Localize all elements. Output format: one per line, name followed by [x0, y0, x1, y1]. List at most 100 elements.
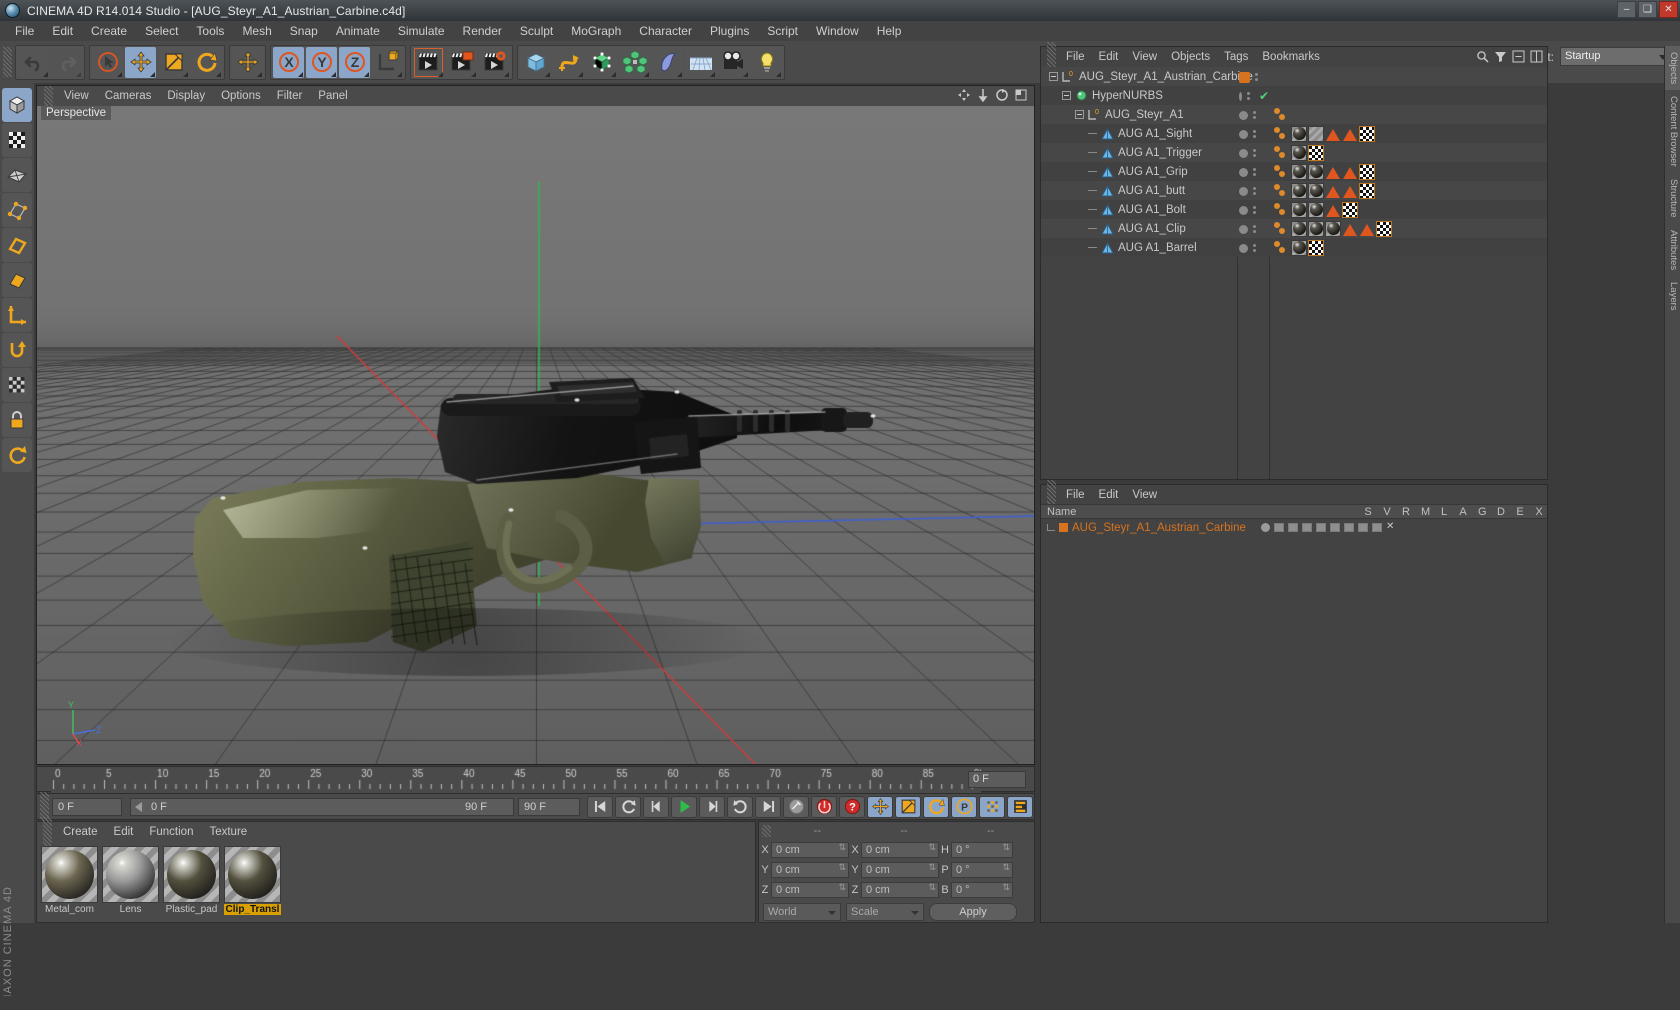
- menu-plugins[interactable]: Plugins: [701, 22, 758, 40]
- coord-position-input[interactable]: 0 cm ⇅: [771, 881, 849, 898]
- add-spline-icon[interactable]: [553, 46, 584, 78]
- expand-tree-icon[interactable]: [1512, 50, 1525, 63]
- dock-tab-content-browser[interactable]: Content Browser: [1665, 90, 1680, 173]
- object-row[interactable]: AUG A1_Clip: [1041, 219, 1547, 238]
- layer-column-m[interactable]: M: [1421, 506, 1430, 518]
- object-name[interactable]: HyperNURBS: [1092, 90, 1163, 102]
- layer-color-swatch[interactable]: [1239, 71, 1250, 83]
- object-name[interactable]: AUG A1_Bolt: [1118, 204, 1186, 216]
- layer-menu-file[interactable]: File: [1059, 487, 1092, 503]
- material-tag-icon[interactable]: [1291, 163, 1307, 180]
- layer-toggle-4[interactable]: [1316, 523, 1326, 532]
- enabled-check-icon[interactable]: ✔: [1259, 90, 1269, 102]
- selection-tag-icon[interactable]: [1343, 185, 1357, 198]
- layer-color-swatch[interactable]: [1059, 523, 1068, 532]
- visibility-toggle-dots[interactable]: [1253, 111, 1256, 119]
- maximize-button[interactable]: ❑: [1638, 1, 1657, 18]
- menu-select[interactable]: Select: [136, 22, 187, 40]
- menu-tools[interactable]: Tools: [187, 22, 233, 40]
- redo-icon[interactable]: [51, 46, 82, 78]
- add-floor-icon[interactable]: [685, 46, 716, 78]
- coordinate-mode-dropdown[interactable]: Scale: [846, 903, 924, 921]
- uvw-tag-icon[interactable]: [1308, 144, 1324, 161]
- visibility-dot[interactable]: [1239, 186, 1248, 196]
- dock-tab-objects[interactable]: Objects: [1665, 46, 1680, 91]
- rotate-view-icon[interactable]: [995, 88, 1009, 102]
- layer-toggle-6[interactable]: [1344, 523, 1354, 532]
- close-button[interactable]: ✕: [1659, 1, 1678, 18]
- step-forward-button[interactable]: [699, 795, 725, 818]
- object-row[interactable]: HyperNURBS ✔: [1041, 86, 1547, 105]
- coord-rotation-input[interactable]: 0 ° ⇅: [951, 861, 1013, 878]
- visibility-toggle-dots[interactable]: [1253, 168, 1256, 176]
- menu-render[interactable]: Render: [454, 22, 511, 40]
- layer-toggle-3[interactable]: [1302, 523, 1312, 532]
- expand-collapse-icon[interactable]: [1049, 72, 1058, 81]
- timeline-current-frame-field[interactable]: 0 F: [968, 771, 1026, 788]
- coord-size-input[interactable]: 0 cm ⇅: [861, 841, 939, 858]
- uvw-tag-icon[interactable]: [1308, 239, 1324, 256]
- move-tool-icon[interactable]: [125, 46, 156, 78]
- menu-mesh[interactable]: Mesh: [233, 22, 280, 40]
- spinner-icon[interactable]: ⇅: [928, 842, 936, 851]
- layer-menu-view[interactable]: View: [1125, 487, 1164, 503]
- material-tag-icon[interactable]: [1291, 144, 1307, 161]
- viewport-menu-view[interactable]: View: [56, 88, 97, 104]
- material-item[interactable]: Metal_com: [41, 846, 98, 915]
- slider-left-arrow-icon[interactable]: [135, 801, 142, 812]
- search-icon[interactable]: [1476, 50, 1489, 63]
- object-name[interactable]: AUG A1_Grip: [1118, 166, 1188, 178]
- dropdown-corner-icon[interactable]: [216, 71, 221, 77]
- selection-tag-icon[interactable]: [1343, 223, 1357, 236]
- selection-tag-icon[interactable]: [1326, 185, 1340, 198]
- material-menu-texture[interactable]: Texture: [201, 824, 255, 840]
- visibility-dot[interactable]: [1239, 167, 1248, 177]
- position-key-button[interactable]: [867, 795, 893, 818]
- viewport-menu-panel[interactable]: Panel: [310, 88, 355, 104]
- material-menu-function[interactable]: Function: [141, 824, 201, 840]
- visibility-dot[interactable]: [1239, 148, 1248, 158]
- visibility-toggle-dots[interactable]: [1253, 187, 1256, 195]
- dropdown-corner-icon[interactable]: [611, 71, 616, 77]
- world-object-coord-icon[interactable]: [372, 46, 403, 78]
- material-tag-icon[interactable]: [1291, 182, 1307, 199]
- dropdown-corner-icon[interactable]: [43, 71, 48, 77]
- undo-icon[interactable]: [18, 46, 49, 78]
- spinner-icon[interactable]: ⇅: [838, 882, 846, 891]
- timeline-button[interactable]: [1007, 795, 1033, 818]
- selection-tag-icon[interactable]: [1343, 128, 1357, 141]
- object-menu-edit[interactable]: Edit: [1092, 49, 1126, 65]
- dropdown-corner-icon[interactable]: [150, 71, 155, 77]
- visibility-toggle-dots[interactable]: [1253, 130, 1256, 138]
- coord-position-input[interactable]: 0 cm ⇅: [771, 841, 849, 858]
- coordinates-grip[interactable]: [762, 824, 771, 837]
- dock-tab-structure[interactable]: Structure: [1665, 173, 1680, 224]
- object-menu-bookmarks[interactable]: Bookmarks: [1255, 49, 1327, 65]
- object-row[interactable]: AUG A1_Barrel: [1041, 238, 1547, 257]
- selection-tag-icon[interactable]: [1360, 223, 1374, 236]
- record-keyframe-button[interactable]: [783, 795, 809, 818]
- material-tag-icon[interactable]: [1308, 182, 1324, 199]
- viewport-menu-filter[interactable]: Filter: [269, 88, 311, 104]
- dropdown-corner-icon[interactable]: [397, 71, 402, 77]
- coord-rotation-input[interactable]: 0 ° ⇅: [951, 841, 1013, 858]
- visibility-dot[interactable]: [1239, 110, 1248, 120]
- material-tag-icon[interactable]: [1325, 220, 1341, 237]
- edges-mode-icon[interactable]: [2, 228, 32, 262]
- selection-tag-icon[interactable]: [1326, 166, 1340, 179]
- add-bend-deformer-icon[interactable]: [652, 46, 683, 78]
- material-thumbnail[interactable]: [41, 846, 98, 903]
- end-frame-field[interactable]: 90 F: [518, 797, 580, 816]
- menu-character[interactable]: Character: [630, 22, 701, 40]
- expand-collapse-icon[interactable]: [1062, 91, 1071, 100]
- axis-mode-icon[interactable]: [2, 298, 32, 332]
- material-tag-icon[interactable]: [1308, 163, 1324, 180]
- layer-column-l[interactable]: L: [1440, 506, 1448, 518]
- layer-solo-toggle[interactable]: [1261, 523, 1270, 532]
- viewport-menu-display[interactable]: Display: [159, 88, 213, 104]
- material-tag-icon[interactable]: [1308, 201, 1324, 218]
- layer-column-x[interactable]: X: [1535, 506, 1543, 518]
- selection-tag-icon[interactable]: [1326, 204, 1340, 217]
- render-view-icon[interactable]: [413, 46, 444, 78]
- menu-sculpt[interactable]: Sculpt: [511, 22, 562, 40]
